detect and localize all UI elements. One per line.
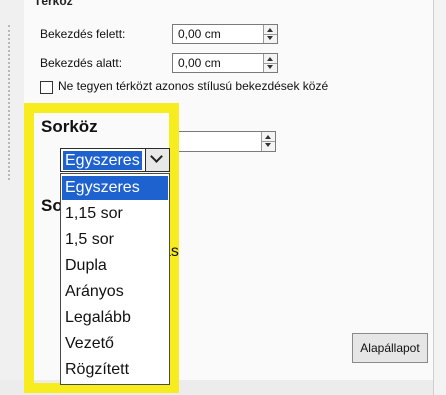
arrow-down-icon — [267, 36, 273, 40]
list-item[interactable]: 1,5 sor — [62, 228, 168, 252]
no-space-checkbox-label[interactable]: Ne tegyen térközt azonos stílusú bekezdé… — [58, 79, 328, 93]
spinner-divider — [264, 63, 277, 64]
dotted-divider — [8, 25, 10, 180]
spacing-above-field[interactable]: 0,00 cm — [172, 24, 278, 44]
spacing-above-spinner[interactable] — [263, 25, 277, 43]
line-spacing-dropdown-list: Egyszeres 1,15 sor 1,5 sor Dupla Arányos… — [60, 173, 170, 385]
spacing-above-label: Bekezdés felett: — [40, 27, 126, 41]
arrow-down-icon — [267, 65, 273, 69]
spinner-divider — [264, 34, 277, 35]
line-spacing-value-field[interactable] — [172, 131, 276, 152]
spacing-below-field[interactable]: 0,00 cm — [172, 53, 278, 73]
arrow-up-icon — [267, 57, 273, 61]
arrow-up-icon — [267, 28, 273, 32]
spacing-below-value: 0,00 cm — [178, 56, 221, 70]
line-spacing-dropdown-button[interactable] — [146, 148, 170, 172]
arrow-up-icon — [265, 135, 271, 139]
list-item[interactable]: Dupla — [62, 254, 168, 278]
line-spacing-title: Sorköz — [41, 117, 98, 136]
spacing-above-value: 0,00 cm — [178, 27, 221, 41]
list-item[interactable]: Rögzített — [62, 358, 168, 382]
spacing-below-spinner[interactable] — [263, 54, 277, 72]
spinner-divider — [262, 141, 275, 142]
section-label-spacing: Térköz — [34, 0, 73, 8]
line-spacing-combo[interactable]: Egyszeres — [60, 148, 170, 172]
spacing-below-label: Bekezdés alatt: — [40, 56, 123, 70]
list-item[interactable]: Arányos — [62, 280, 168, 304]
chevron-down-icon — [150, 150, 163, 163]
line-spacing-value-spinner[interactable] — [261, 132, 275, 151]
reset-button[interactable]: Alapállapot — [352, 333, 428, 363]
list-item[interactable]: Legalább — [62, 306, 168, 330]
right-edge — [433, 0, 446, 395]
line-spacing-selected: Egyszeres — [63, 151, 142, 170]
list-item[interactable]: Vezető — [62, 332, 168, 356]
left-strip — [0, 0, 24, 395]
line-spacing-combo-field[interactable]: Egyszeres — [60, 148, 146, 172]
list-item[interactable]: Egyszeres — [62, 176, 168, 200]
no-space-checkbox[interactable] — [40, 81, 53, 94]
list-item[interactable]: 1,15 sor — [62, 202, 168, 226]
arrow-down-icon — [265, 143, 271, 147]
